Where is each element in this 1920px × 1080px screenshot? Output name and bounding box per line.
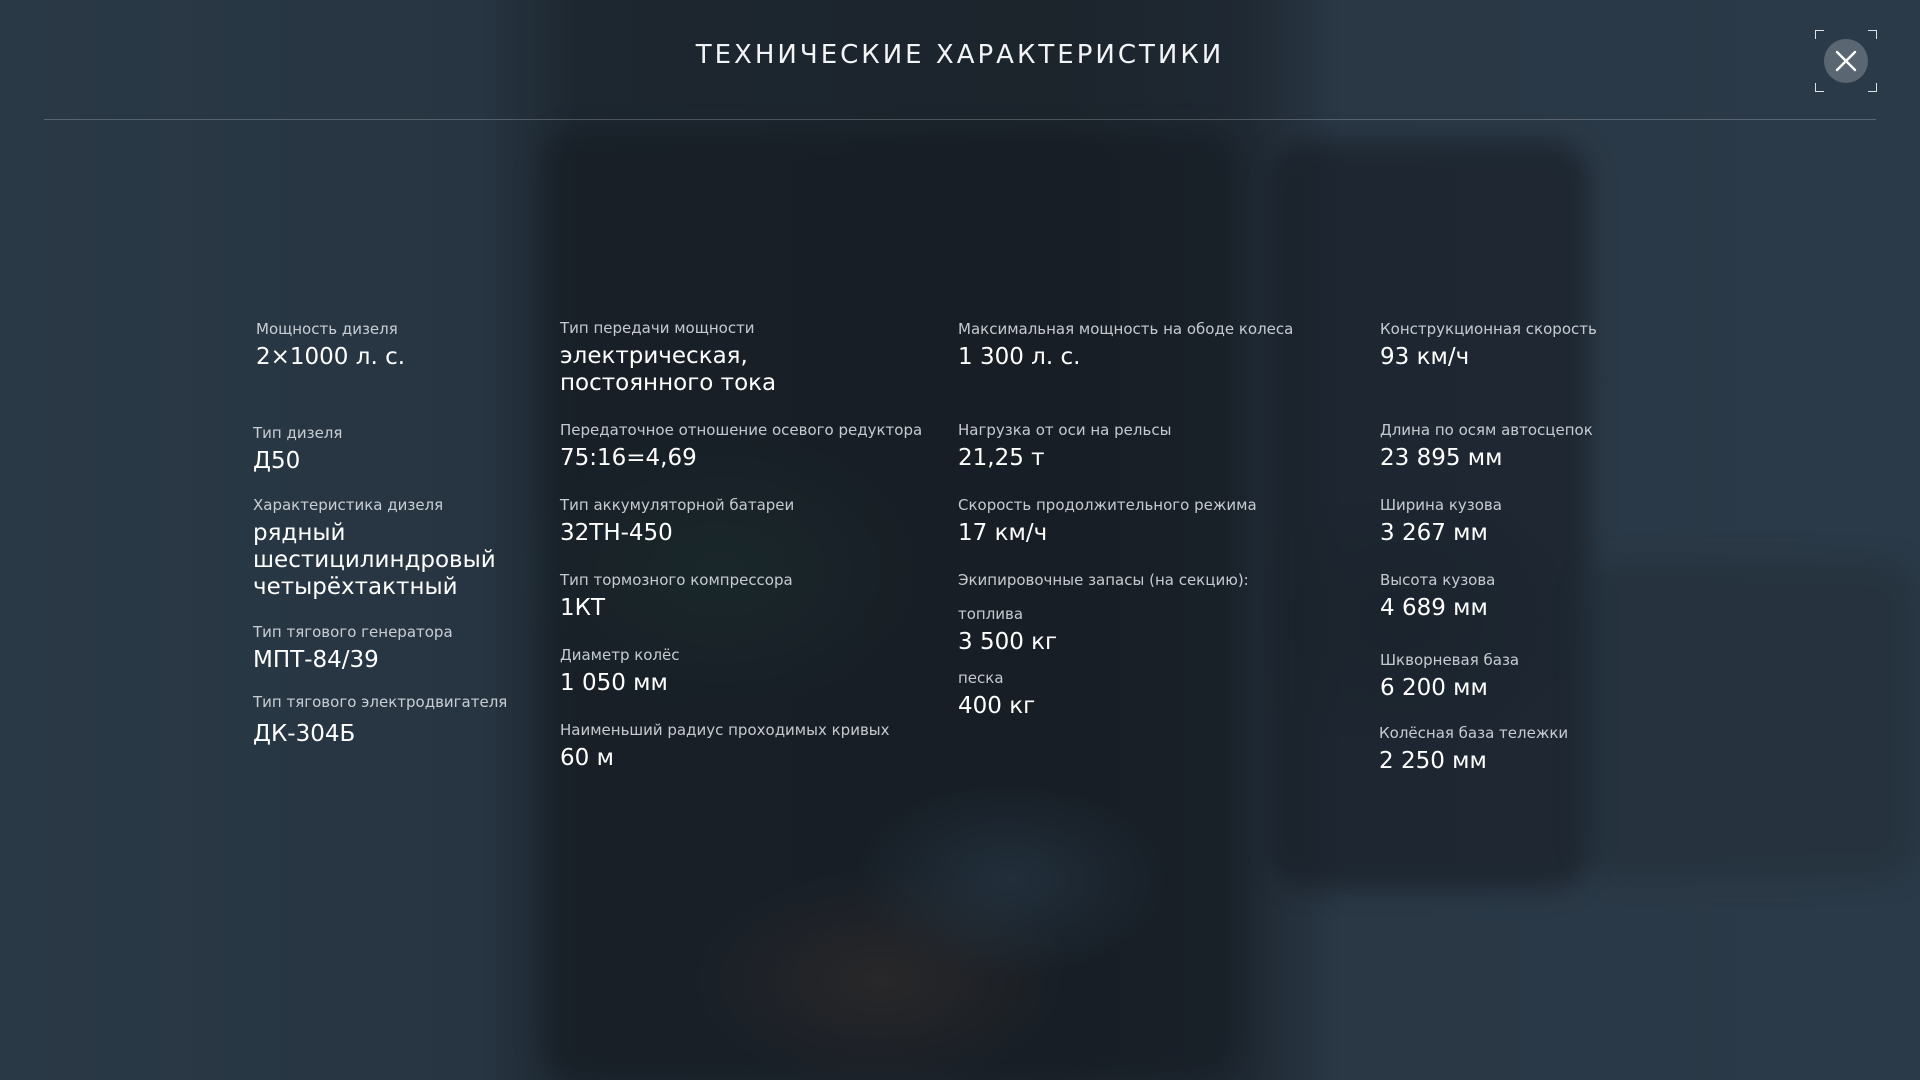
spec-label: Передаточное отношение осевого редуктора [560, 421, 923, 439]
close-icon [1835, 50, 1857, 72]
spec-value: 3 267 мм [1380, 520, 1488, 546]
spec-wheel-diameter: Диаметр колёс 1 050 мм [560, 646, 680, 697]
spec-diesel-type: Тип дизеля Д50 [253, 424, 342, 475]
spec-value: 1 300 л. с. [958, 344, 1081, 370]
spec-body-width: Ширина кузова 3 267 мм [1380, 496, 1502, 547]
focus-corner [1868, 30, 1877, 39]
spec-value: 23 895 мм [1380, 445, 1503, 471]
focus-corner [1815, 83, 1824, 92]
spec-value: электрическая, постоянного тока [560, 343, 777, 396]
spec-label: Тип передачи мощности [560, 319, 755, 337]
spec-gear-ratio: Передаточное отношение осевого редуктора… [560, 421, 922, 472]
spec-value: МПТ-84/39 [253, 647, 379, 673]
close-button-frame [1815, 30, 1877, 92]
spec-label: Конструкционная скорость [1380, 320, 1597, 338]
spec-value: 6 200 мм [1380, 675, 1488, 701]
spec-label: Тип тягового электродвигателя [253, 693, 508, 711]
spec-value: 2 250 мм [1379, 748, 1487, 774]
spec-value: 93 км/ч [1380, 344, 1470, 370]
spec-diesel-power: Мощность дизеля 2×1000 л. с. [256, 320, 405, 371]
spec-value: Д50 [253, 448, 301, 474]
spec-label: Скорость продолжительного режима [958, 496, 1257, 514]
close-button[interactable] [1824, 39, 1868, 83]
spec-value: ДК-304Б [253, 721, 356, 747]
spec-transmission-type: Тип передачи мощности электрическая, пос… [560, 319, 776, 397]
spec-diesel-characteristic: Характеристика дизеля рядный шестицилинд… [253, 496, 496, 601]
spec-label: Тип тягового генератора [253, 623, 453, 641]
spec-min-curve-radius: Наименьший радиус проходимых кривых 60 м [560, 721, 890, 772]
spec-label: Длина по осям автосцепок [1380, 421, 1593, 439]
spec-label: Экипировочные запасы (на секцию): [958, 571, 1249, 589]
spec-label: Тип дизеля [253, 424, 343, 442]
spec-value: 21,25 т [958, 445, 1045, 471]
spec-bogie-wheelbase: Колёсная база тележки 2 250 мм [1379, 724, 1568, 775]
spec-coupler-length: Длина по осям автосцепок 23 895 мм [1380, 421, 1593, 472]
spec-value: 60 м [560, 745, 614, 771]
spec-label: песка [958, 669, 1004, 687]
spec-label: Высота кузова [1380, 571, 1496, 589]
spec-bogie-center-distance: Шкворневая база 6 200 мм [1380, 651, 1519, 702]
spec-value: 400 кг [958, 693, 1036, 719]
spec-label: Максимальная мощность на ободе колеса [958, 320, 1294, 338]
focus-corner [1868, 83, 1877, 92]
spec-body-height: Высота кузова 4 689 мм [1380, 571, 1495, 622]
spec-label: Колёсная база тележки [1379, 724, 1569, 742]
spec-value: рядный шестицилиндровый четырёхтактный [253, 520, 496, 600]
spec-value: 17 км/ч [958, 520, 1048, 546]
spec-label: топлива [958, 605, 1024, 623]
spec-label: Нагрузка от оси на рельсы [958, 421, 1172, 439]
spec-value: 75:16=4,69 [560, 445, 697, 471]
spec-value: 4 689 мм [1380, 595, 1488, 621]
spec-value: 3 500 кг [958, 629, 1058, 655]
modal-title: ТЕХНИЧЕСКИЕ ХАРАКТЕРИСТИКИ [695, 40, 1225, 70]
spec-traction-motor: Тип тягового электродвигателя ДК-304Б [253, 693, 507, 748]
spec-label: Тип аккумуляторной батареи [560, 496, 795, 514]
spec-continuous-speed: Скорость продолжительного режима 17 км/ч [958, 496, 1257, 547]
spec-value: 1КТ [560, 595, 606, 621]
header-divider [44, 119, 1876, 120]
spec-label: Тип тормозного компрессора [560, 571, 793, 589]
spec-label: Характеристика дизеля [253, 496, 444, 514]
spec-axle-load: Нагрузка от оси на рельсы 21,25 т [958, 421, 1171, 472]
spec-design-speed: Конструкционная скорость 93 км/ч [1380, 320, 1597, 371]
spec-label: Наименьший радиус проходимых кривых [560, 721, 890, 739]
spec-battery-type: Тип аккумуляторной батареи 32ТН-450 [560, 496, 794, 547]
spec-value: 1 050 мм [560, 670, 668, 696]
spec-label: Мощность дизеля [256, 320, 398, 338]
spec-value: 2×1000 л. с. [256, 344, 406, 370]
spec-max-wheel-power: Максимальная мощность на ободе колеса 1 … [958, 320, 1293, 371]
focus-corner [1815, 30, 1824, 39]
modal-header: ТЕХНИЧЕСКИЕ ХАРАКТЕРИСТИКИ [0, 0, 1920, 120]
spec-supplies-heading: Экипировочные запасы (на секцию): [958, 571, 1249, 590]
spec-brake-compressor: Тип тормозного компрессора 1КТ [560, 571, 793, 622]
spec-value: 32ТН-450 [560, 520, 673, 546]
spec-label: Ширина кузова [1380, 496, 1502, 514]
spec-label: Шкворневая база [1380, 651, 1520, 669]
spec-sand-supply: песка 400 кг [958, 669, 1035, 720]
spec-label: Диаметр колёс [560, 646, 680, 664]
spec-traction-generator: Тип тягового генератора МПТ-84/39 [253, 623, 453, 674]
spec-fuel-supply: топлива 3 500 кг [958, 605, 1057, 656]
